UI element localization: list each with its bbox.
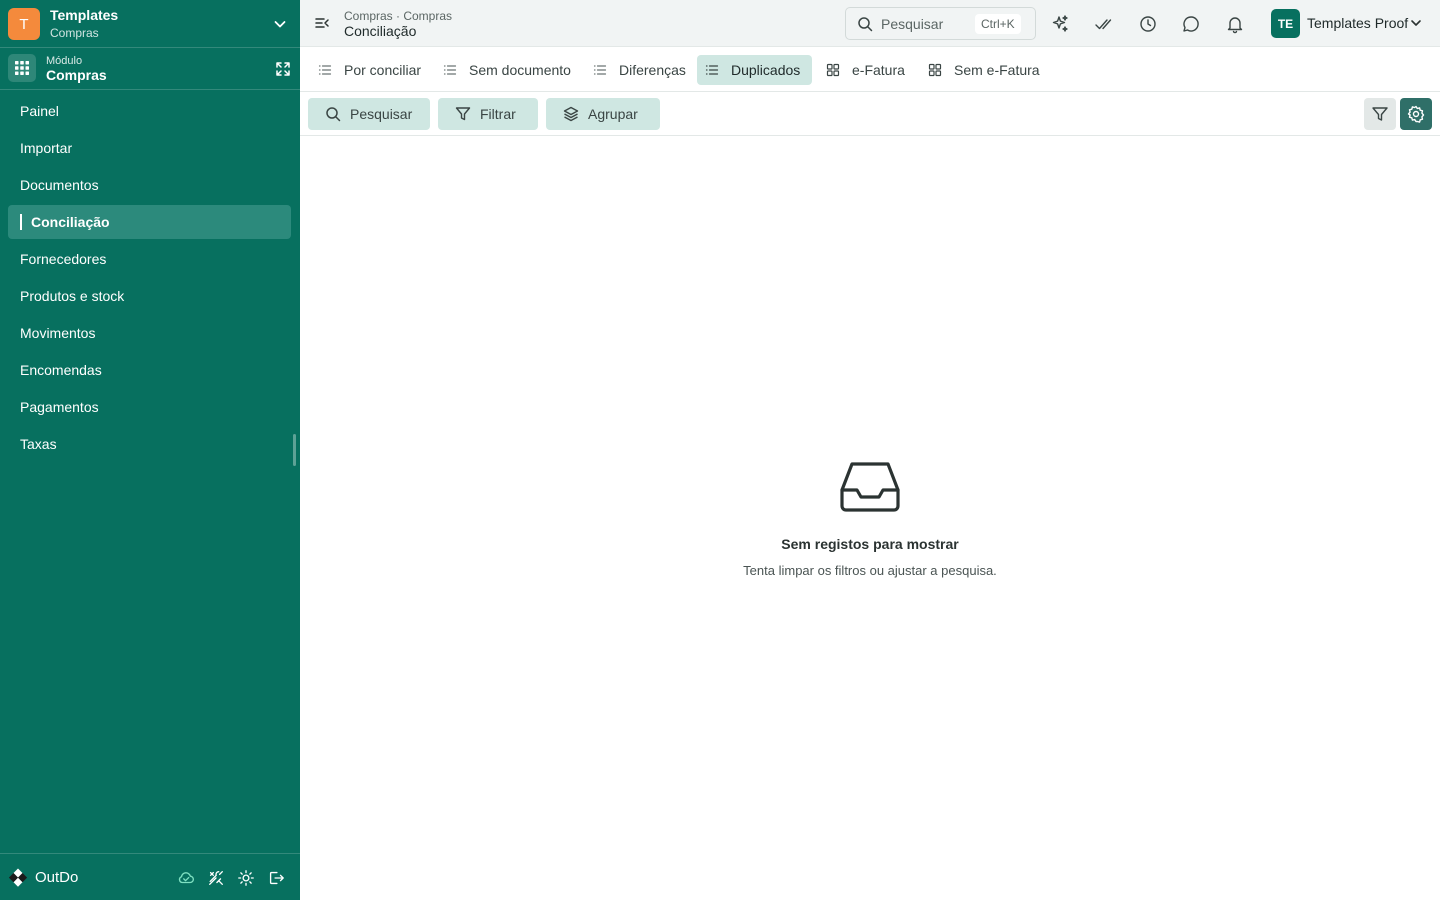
sidebar-item-importar[interactable]: Importar (8, 131, 291, 165)
filter-button[interactable]: Filtrar (438, 98, 538, 130)
tab-sem-e-fatura[interactable]: Sem e-Fatura (920, 55, 1052, 85)
filter-button-label: Filtrar (480, 106, 516, 122)
breadcrumb[interactable]: Compras · Compras (344, 9, 452, 23)
logout-icon[interactable] (267, 869, 285, 887)
cloud-check-icon[interactable] (177, 869, 195, 887)
sidebar-item-encomendas[interactable]: Encomendas (8, 353, 291, 387)
settings-button[interactable] (1400, 98, 1432, 130)
outdo-logo-icon (8, 868, 28, 887)
list-icon (443, 65, 457, 75)
filter-icon (1372, 107, 1388, 121)
empty-state-title: Sem registos para mostrar (781, 536, 959, 552)
list-toolbar: Pesquisar Filtrar Agrupar (300, 92, 1440, 136)
tab-diferencas[interactable]: Diferenças (585, 55, 698, 85)
tab-label: Sem e-Fatura (954, 62, 1040, 78)
sidebar-item-conciliacao[interactable]: Conciliação (8, 205, 291, 239)
brand-name: OutDo (35, 869, 79, 886)
search-button[interactable]: Pesquisar (308, 98, 430, 130)
tab-sem-documento[interactable]: Sem documento (435, 55, 583, 85)
empty-state-subtitle: Tenta limpar os filtros ou ajustar a pes… (743, 563, 997, 578)
sidebar-item-documentos[interactable]: Documentos (8, 168, 291, 202)
tools-icon[interactable] (207, 869, 225, 887)
user-name[interactable]: Templates Proof (1307, 15, 1408, 31)
user-avatar[interactable]: TE (1271, 9, 1300, 38)
view-tabs: Por conciliar Sem documento Diferenças D… (300, 48, 1440, 92)
grid-icon (826, 63, 840, 77)
workspace-subtitle: Compras (50, 26, 99, 40)
tab-e-fatura[interactable]: e-Fatura (818, 55, 917, 85)
search-icon (326, 107, 341, 122)
sidebar-nav: Painel Importar Documentos Conciliação F… (8, 94, 291, 464)
list-icon (593, 65, 607, 75)
module-label: Módulo (46, 55, 83, 67)
chat-icon[interactable] (1181, 14, 1201, 34)
collapse-sidebar-icon[interactable] (314, 15, 330, 31)
expand-icon[interactable] (275, 61, 291, 77)
sidebar: T Templates Compras Módulo Compras Paine… (0, 0, 300, 900)
filter-toggle-button[interactable] (1364, 98, 1396, 130)
tab-label: Duplicados (731, 62, 801, 78)
bell-icon[interactable] (1225, 14, 1245, 34)
sidebar-item-taxas[interactable]: Taxas (8, 427, 291, 461)
sidebar-item-label: Conciliação (31, 214, 110, 230)
workspace-name: Templates (50, 7, 119, 23)
search-shortcut-badge: Ctrl+K (975, 14, 1021, 34)
module-name: Compras (46, 67, 107, 83)
clock-icon[interactable] (1138, 14, 1158, 34)
module-switcher[interactable]: Módulo Compras (0, 48, 300, 90)
inbox-icon (840, 462, 900, 512)
tab-label: Diferenças (619, 62, 686, 78)
chevron-down-icon[interactable] (272, 16, 288, 32)
layers-icon (563, 106, 579, 122)
sidebar-item-produtos-e-stock[interactable]: Produtos e stock (8, 279, 291, 313)
workspace-switcher[interactable]: T Templates Compras (0, 0, 300, 48)
list-icon (318, 65, 332, 75)
chevron-down-icon[interactable] (1409, 16, 1423, 30)
filter-icon (455, 107, 471, 121)
top-bar: Compras · Compras Conciliação Pesquisar … (300, 0, 1440, 47)
sidebar-footer: OutDo (0, 853, 300, 900)
sparkles-icon[interactable] (1050, 14, 1070, 34)
gear-icon (1407, 105, 1425, 123)
empty-state: Sem registos para mostrar Tenta limpar o… (300, 136, 1440, 900)
workspace-avatar: T (8, 8, 40, 40)
list-icon (705, 65, 719, 75)
sun-icon[interactable] (237, 869, 255, 887)
tab-por-conciliar[interactable]: Por conciliar (310, 55, 433, 85)
sidebar-resize-handle[interactable] (293, 434, 296, 466)
tab-label: Sem documento (469, 62, 571, 78)
group-button-label: Agrupar (588, 106, 638, 122)
tab-label: Por conciliar (344, 62, 422, 78)
tab-label: e-Fatura (852, 62, 905, 78)
search-button-label: Pesquisar (350, 106, 413, 122)
sidebar-item-movimentos[interactable]: Movimentos (8, 316, 291, 350)
search-placeholder: Pesquisar (881, 16, 944, 32)
page-title: Conciliação (344, 23, 417, 39)
apps-grid-icon (8, 54, 36, 82)
search-icon (858, 17, 873, 32)
sidebar-item-pagamentos[interactable]: Pagamentos (8, 390, 291, 424)
sidebar-item-painel[interactable]: Painel (8, 94, 291, 128)
grid-icon (928, 63, 942, 77)
sidebar-item-fornecedores[interactable]: Fornecedores (8, 242, 291, 276)
tab-duplicados[interactable]: Duplicados (697, 55, 813, 85)
global-search-input[interactable]: Pesquisar Ctrl+K (845, 7, 1036, 40)
double-check-icon[interactable] (1094, 14, 1114, 34)
group-button[interactable]: Agrupar (546, 98, 660, 130)
